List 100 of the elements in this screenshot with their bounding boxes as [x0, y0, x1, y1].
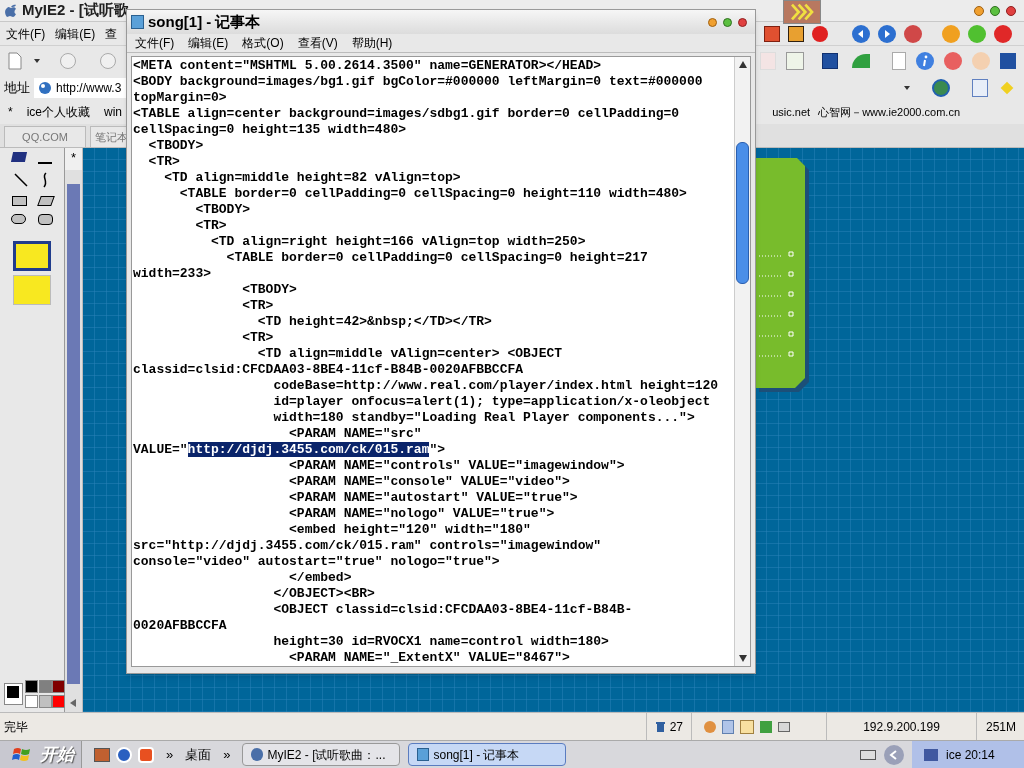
status-icon[interactable]: [740, 719, 754, 734]
taskbar-button[interactable]: MyIE2 - [试听歌曲：...: [242, 743, 401, 766]
power-icon[interactable]: [138, 746, 154, 763]
menu-item[interactable]: 查看(V): [297, 34, 338, 52]
status-icon[interactable]: [760, 720, 772, 733]
scroll-thumb[interactable]: [736, 142, 749, 284]
menu-item[interactable]: 编辑(E): [188, 34, 229, 52]
code-line: codeBase=http://www.real.com/player/index.html height=120: [272, 378, 720, 394]
close-button[interactable]: [1006, 5, 1016, 16]
code-line: <TABLE border=0 cellPadding=0 cellSpacing=0 height=217: [225, 250, 649, 266]
network-icon[interactable]: [924, 748, 938, 761]
polygon-tool-icon[interactable]: [36, 196, 55, 206]
code-line: width=180 standby="Loading Real Player components...">: [272, 410, 696, 426]
download-icon[interactable]: [786, 52, 804, 70]
status-count: 27: [669, 718, 683, 736]
scroll-up-button[interactable]: [738, 61, 747, 68]
line-tool-icon[interactable]: [14, 173, 28, 187]
close-button[interactable]: [738, 17, 747, 27]
power-icon[interactable]: [944, 52, 962, 70]
tab[interactable]: QQ.COM: [4, 126, 86, 147]
code-line: <PARAM NAME="src": [288, 426, 423, 442]
stop-icon[interactable]: [904, 24, 922, 43]
chevron[interactable]: »: [166, 744, 174, 765]
scroll-down-button[interactable]: [738, 655, 747, 662]
address-field[interactable]: http://www.3: [34, 78, 126, 98]
app-icon: [4, 3, 18, 18]
code-line: height=30 id=RVOCX1 name=control width=180>: [272, 634, 610, 650]
globe-icon[interactable]: [932, 79, 950, 97]
code-line: <TR>: [241, 298, 275, 314]
minimize-button[interactable]: [708, 17, 717, 27]
link[interactable]: *: [8, 103, 13, 121]
dropdown-arrow-icon[interactable]: [904, 86, 910, 90]
menu-item[interactable]: 帮助(H): [351, 34, 393, 52]
maximize-button[interactable]: [990, 5, 1000, 16]
fill-tool-icon[interactable]: [10, 152, 28, 162]
code-line: </OBJECT><BR>: [272, 586, 376, 602]
quick-launch-icon[interactable]: [116, 746, 132, 763]
palette-color[interactable]: [24, 695, 38, 708]
code-line: </embed>: [288, 570, 353, 586]
palette-color[interactable]: [38, 680, 52, 693]
code-line: <PARAM NAME="_ExtentX" VALUE="8467">: [288, 650, 571, 666]
code-line: <TD align=right height=166 vAlign=top width=250>: [210, 234, 587, 250]
minimize-button[interactable]: [974, 5, 984, 16]
desktop-icon[interactable]: [94, 747, 110, 762]
code-line: <TBODY>: [241, 282, 298, 298]
code-line: id=player onfocus=alert(1); type=application/x-oleobject: [272, 394, 712, 410]
toolbar-icon[interactable]: [788, 25, 804, 42]
taskbar-button[interactable]: song[1] - 记事本: [408, 743, 567, 766]
collapse-tray-button[interactable]: [884, 744, 904, 765]
trash-icon: [654, 720, 666, 733]
windows-flag-icon: [12, 745, 32, 764]
scroll-left-button[interactable]: [69, 698, 77, 708]
code-line: classid=clsid:CFCDAA03-8BE4-11cf-B84B-0020AFBBCCFA: [133, 362, 525, 378]
maximize-button[interactable]: [723, 17, 732, 27]
side-tab[interactable]: *: [65, 148, 82, 170]
code-line: src="http://djdj.3455.com/ck/015.ram" controls="imagewindow": [133, 538, 603, 554]
rounded-rectangle-tool-icon[interactable]: [38, 214, 53, 225]
forward-icon[interactable]: [878, 24, 896, 43]
status-icon[interactable]: [778, 721, 790, 732]
chevron[interactable]: »: [223, 744, 231, 765]
menu-item[interactable]: 编辑(E): [55, 24, 96, 43]
link[interactable]: win: [104, 103, 123, 121]
link[interactable]: ice个人收藏: [26, 103, 90, 121]
forward-button[interactable]: [100, 53, 116, 69]
palette-color[interactable]: [52, 695, 66, 708]
back-icon[interactable]: [852, 24, 870, 43]
code-line: <TBODY>: [147, 138, 205, 154]
page-icon: [38, 81, 52, 95]
code-line: <BODY background=images/bg1.gif bgColor=#000000 leftMargin=0 text=#000000: [133, 74, 704, 90]
shapes-tool-icon[interactable]: [13, 241, 51, 271]
menu-item[interactable]: 格式(O): [242, 34, 284, 52]
code-line: <OBJECT classid=clsid:CFCDAA03-8BE4-11cf-B84B-: [272, 602, 634, 618]
keyboard-icon[interactable]: [860, 749, 876, 760]
color-swatch-icon: [4, 683, 23, 705]
link[interactable]: 心智网－www.ie2000.com.cn: [818, 103, 960, 121]
ellipse-tool-icon[interactable]: [11, 214, 26, 224]
status-icon[interactable]: [704, 720, 716, 733]
desktop-toolbar-label: 桌面: [185, 745, 212, 764]
code-line: width=233>: [133, 266, 212, 282]
link[interactable]: usic.net: [772, 103, 811, 121]
palette-color[interactable]: [38, 695, 52, 708]
palette-color[interactable]: [52, 680, 66, 693]
back-button[interactable]: [60, 53, 76, 69]
status-text: 完毕: [3, 718, 28, 736]
menu-item[interactable]: 文件(F): [6, 24, 46, 43]
new-document-icon[interactable]: [8, 52, 22, 70]
round-button[interactable]: [994, 24, 1012, 43]
code-line: <TR>: [194, 218, 228, 234]
palette-color[interactable]: [24, 680, 38, 693]
toolbar-icon[interactable]: [764, 25, 780, 42]
menu-item[interactable]: 查: [105, 24, 118, 43]
caret-icon[interactable]: [34, 59, 40, 63]
status-icon[interactable]: [722, 719, 734, 734]
rectangle-tool-icon[interactable]: [11, 196, 27, 206]
document-icon[interactable]: [892, 52, 906, 70]
menu-item[interactable]: 文件(F): [135, 34, 175, 52]
info-icon[interactable]: [916, 52, 934, 70]
search-icon[interactable]: [972, 79, 988, 97]
code-line: cellSpacing=0 height=135 width=480>: [133, 122, 408, 138]
arrow-banner-icon: [783, 0, 821, 24]
